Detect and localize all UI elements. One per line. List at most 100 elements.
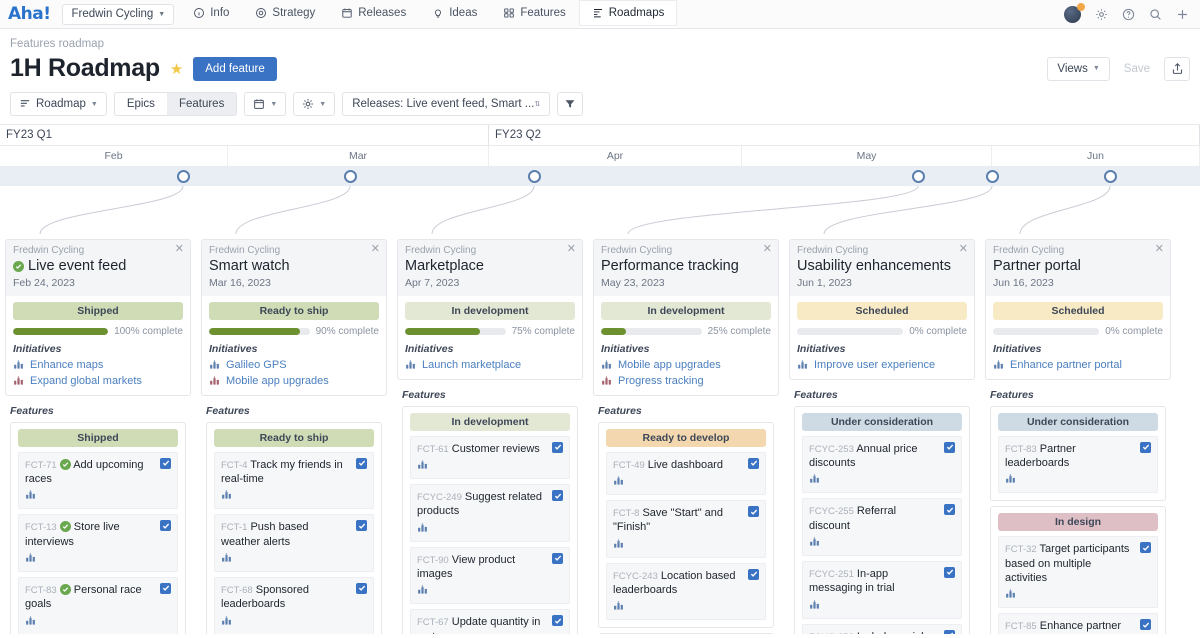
project-selector[interactable]: Fredwin Cycling ▼ — [62, 3, 175, 25]
close-icon[interactable]: ✕ — [959, 244, 968, 255]
feature-checkbox[interactable] — [356, 457, 367, 469]
initiative-row[interactable]: Galileo GPS — [209, 359, 379, 371]
feature-item[interactable]: FCT-83 Personal race goals — [18, 576, 178, 634]
aha-logo[interactable]: Aha! — [0, 0, 62, 28]
feature-checkbox[interactable] — [160, 520, 171, 532]
feature-item[interactable]: FCT-32 Target participants based on mult… — [998, 536, 1158, 609]
card-title[interactable]: Live event feed — [13, 258, 183, 275]
feature-checkbox[interactable] — [748, 506, 759, 518]
initiative-link[interactable]: Launch marketplace — [422, 359, 521, 371]
feature-item[interactable]: FCYC-253 Annual price discounts — [802, 435, 962, 494]
initiative-row[interactable]: Enhance partner portal — [993, 359, 1163, 371]
nav-tab-strategy[interactable]: Strategy — [242, 0, 328, 28]
feature-item[interactable]: FCT-61 Customer reviews — [410, 435, 570, 480]
initiative-link[interactable]: Expand global markets — [30, 375, 142, 387]
close-icon[interactable]: ✕ — [371, 244, 380, 255]
add-feature-button[interactable]: Add feature — [193, 56, 277, 81]
initiative-row[interactable]: Improve user experience — [797, 359, 967, 371]
add-icon[interactable] — [1176, 8, 1189, 21]
share-button[interactable] — [1164, 56, 1190, 81]
initiative-link[interactable]: Mobile app upgrades — [618, 359, 721, 371]
feature-item[interactable]: FCYC-255 Referral discount — [802, 498, 962, 556]
feature-checkbox[interactable] — [748, 568, 759, 580]
initiative-link[interactable]: Galileo GPS — [226, 359, 287, 371]
feature-checkbox[interactable] — [944, 441, 955, 453]
feature-item[interactable]: FCT-8 Save "Start" and "Finish" — [606, 500, 766, 558]
card-title[interactable]: Marketplace — [405, 258, 575, 275]
feature-checkbox[interactable] — [944, 504, 955, 516]
initiative-link[interactable]: Enhance partner portal — [1010, 359, 1122, 371]
initiative-link[interactable]: Enhance maps — [30, 359, 103, 371]
close-icon[interactable]: ✕ — [1155, 244, 1164, 255]
views-button[interactable]: Views ▼ — [1047, 56, 1110, 81]
nav-tab-releases[interactable]: Releases — [328, 0, 419, 28]
filter-button[interactable] — [557, 92, 584, 116]
initiative-row[interactable]: Expand global markets — [13, 375, 183, 387]
feature-item[interactable]: FCYC-249 Suggest related products — [410, 484, 570, 542]
breadcrumb[interactable]: Features roadmap — [0, 29, 1200, 50]
milestone-marker[interactable] — [527, 170, 541, 183]
feature-item[interactable]: FCT-83 Partner leaderboards — [998, 435, 1158, 494]
feature-item[interactable]: FCT-68 Sponsored leaderboards — [214, 576, 374, 634]
card-title[interactable]: Performance tracking — [601, 258, 771, 275]
close-icon[interactable]: ✕ — [763, 244, 772, 255]
search-icon[interactable] — [1149, 8, 1162, 21]
segment-features[interactable]: Features — [166, 93, 237, 115]
feature-item[interactable]: FCYC-243 Location based leaderboards — [606, 562, 766, 621]
feature-item[interactable]: FCT-4 Track my friends in real-time — [214, 451, 374, 510]
feature-item[interactable]: FCT-49 Live dashboard — [606, 451, 766, 496]
initiative-row[interactable]: Launch marketplace — [405, 359, 575, 371]
initiative-row[interactable]: Enhance maps — [13, 359, 183, 371]
feature-checkbox[interactable] — [552, 552, 563, 564]
feature-checkbox[interactable] — [944, 629, 955, 634]
milestone-marker[interactable] — [176, 170, 190, 183]
feature-item[interactable]: FCT-13 Store live interviews — [18, 514, 178, 572]
nav-tab-ideas[interactable]: Ideas — [419, 0, 490, 28]
nav-tab-info[interactable]: Info — [180, 0, 242, 28]
feature-checkbox[interactable] — [1140, 542, 1151, 554]
avatar[interactable] — [1064, 2, 1085, 23]
initiative-row[interactable]: Mobile app upgrades — [601, 359, 771, 371]
feature-item[interactable]: FCYC-251 In-app messaging in trial — [802, 560, 962, 619]
segment-epics[interactable]: Epics — [115, 93, 167, 115]
releases-filter-select[interactable]: Releases: Live event feed, Smart ... ⇅ — [342, 92, 551, 116]
feature-checkbox[interactable] — [160, 582, 171, 594]
close-icon[interactable]: ✕ — [175, 244, 184, 255]
feature-checkbox[interactable] — [1140, 441, 1151, 453]
feature-item[interactable]: FCT-85 Enhance partner profiles — [998, 613, 1158, 634]
milestone-marker[interactable] — [343, 170, 357, 183]
card-title[interactable]: Smart watch — [209, 258, 379, 275]
favorite-star-icon[interactable]: ★ — [170, 60, 183, 78]
nav-tab-features[interactable]: Features — [490, 0, 578, 28]
feature-checkbox[interactable] — [552, 615, 563, 627]
feature-item[interactable]: FCT-67 Update quantity in cart — [410, 609, 570, 634]
feature-checkbox[interactable] — [552, 441, 563, 453]
initiative-link[interactable]: Progress tracking — [618, 375, 704, 387]
feature-checkbox[interactable] — [1140, 619, 1151, 631]
feature-checkbox[interactable] — [944, 566, 955, 578]
roadmap-type-button[interactable]: Roadmap ▼ — [10, 92, 107, 116]
initiative-row[interactable]: Progress tracking — [601, 375, 771, 387]
settings-button[interactable]: ▼ — [293, 92, 336, 116]
card-title[interactable]: Partner portal — [993, 258, 1163, 275]
feature-checkbox[interactable] — [160, 457, 171, 469]
nav-tab-roadmaps[interactable]: Roadmaps — [578, 0, 678, 28]
initiative-link[interactable]: Mobile app upgrades — [226, 375, 329, 387]
initiative-link[interactable]: Improve user experience — [814, 359, 935, 371]
milestone-marker[interactable] — [911, 170, 925, 183]
feature-item[interactable]: FCT-1 Push based weather alerts — [214, 514, 374, 572]
initiative-row[interactable]: Mobile app upgrades — [209, 375, 379, 387]
feature-checkbox[interactable] — [356, 520, 367, 532]
milestone-marker[interactable] — [1103, 170, 1117, 183]
feature-item[interactable]: FCYC-252 Include social proof — [802, 623, 962, 634]
feature-checkbox[interactable] — [356, 582, 367, 594]
feature-item[interactable]: FCT-71 Add upcoming races — [18, 451, 178, 510]
feature-item[interactable]: FCT-90 View product images — [410, 546, 570, 605]
feature-checkbox[interactable] — [552, 490, 563, 502]
help-icon[interactable] — [1122, 8, 1135, 21]
gear-icon[interactable] — [1095, 8, 1108, 21]
close-icon[interactable]: ✕ — [567, 244, 576, 255]
card-title[interactable]: Usability enhancements — [797, 258, 967, 275]
milestone-marker[interactable] — [985, 170, 999, 183]
feature-checkbox[interactable] — [748, 457, 759, 469]
